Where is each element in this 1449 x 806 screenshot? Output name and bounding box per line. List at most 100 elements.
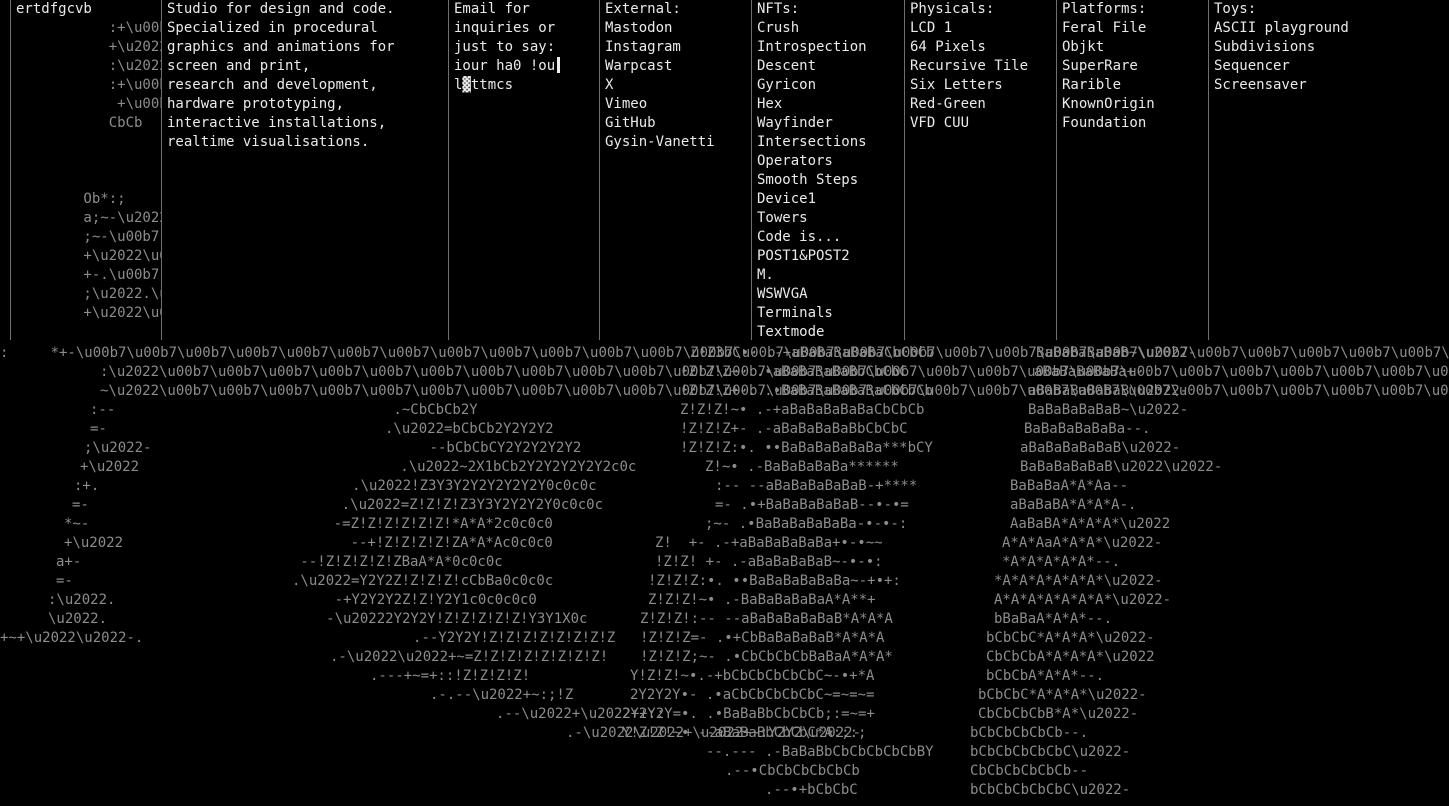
nfts-link-code-is[interactable]: Code is... xyxy=(752,228,904,247)
ascii-middle-line: Z!~• .-BaBaBaBaBa****** xyxy=(705,459,899,475)
toys-title: Toys: xyxy=(1214,1,1257,17)
ascii-right-fragment: CbCbCbCbCbCb-- xyxy=(970,763,1089,779)
nfts-link-device1[interactable]: Device1 xyxy=(752,190,904,209)
ascii-right-fragment: bCbCbCbCbCb--. xyxy=(970,725,1089,741)
nfts-link-terminals[interactable]: Terminals xyxy=(752,304,904,323)
nfts-link-operators[interactable]: Operators xyxy=(752,152,904,171)
nfts-link-smooth-steps[interactable]: Smooth Steps xyxy=(752,171,904,190)
ascii-middle-line: Z!Z!Z!~• .-BaBaBaBaBaA*A**+ xyxy=(648,592,876,608)
message-input[interactable]: iour ha0 !ou xyxy=(449,57,599,76)
ascii-right-fragment: BaBaBaBaBaBa--. xyxy=(1024,421,1151,437)
about-panel: Studio for design and code. Specialized i… xyxy=(162,0,449,340)
ascii-right-fragment: CbCbCbCbB*A*\u2022- xyxy=(978,706,1139,722)
message-input-line2-value: l▓ttmcs xyxy=(454,77,514,93)
ascii-right-fragment: bCbCbCbCbCbC\u2022- xyxy=(970,744,1131,760)
platforms-link-knownorigin[interactable]: KnownOrigin xyxy=(1057,95,1208,114)
physicals-link-red-green[interactable]: Red-Green xyxy=(905,95,1056,114)
physicals-title: Physicals: xyxy=(910,1,995,17)
ascii-left-fragment: ;\u2022- --bCbCbCY2Y2Y2Y2Y2 xyxy=(84,440,582,456)
nfts-link-crush[interactable]: Crush xyxy=(752,19,904,38)
ascii-middle-line: !Z!Z!Z~- .•aBaBaBaBaBbCbCbC xyxy=(680,364,908,380)
ascii-left-fragment: +~+\u2022\u2022-. .--Y2Y2Y!Z!Z!Z!Z!Z!Z!Z… xyxy=(0,630,616,646)
nfts-link-towers[interactable]: Towers xyxy=(752,209,904,228)
external-panel: External: Mastodon Instagram Warpcast X Vime… xyxy=(600,0,752,340)
message-input-line-2[interactable]: l▓ttmcs xyxy=(449,76,599,95)
physicals-link-six-letters[interactable]: Six Letters xyxy=(905,76,1056,95)
ascii-fill: :+\u00b7\u00b7\u00b7 +\u2022\u00b7\u00b7… xyxy=(83,20,162,321)
ascii-middle-line: !Z!Z!Z+- .-aBaBaBaBaBbCbCbC xyxy=(680,421,908,437)
brand-title[interactable]: ertdfgcvb xyxy=(11,0,161,19)
platforms-link-foundation[interactable]: Foundation xyxy=(1057,114,1208,133)
external-link-vimeo[interactable]: Vimeo xyxy=(600,95,751,114)
ascii-middle-line: .--•CbCbCbCbCbCb xyxy=(725,763,860,779)
ascii-left-fragment: =- .\u2022=Y2Y2Z!Z!Z!Z!cCbBa0c0c0c xyxy=(56,573,554,589)
nfts-link-wswvga[interactable]: WSWVGA xyxy=(752,285,904,304)
external-link-warpcast[interactable]: Warpcast xyxy=(600,57,751,76)
toys-link-subdivisions[interactable]: Subdivisions xyxy=(1209,38,1409,57)
left-edge-column xyxy=(0,0,11,340)
ascii-right-fragment: aBaBaBA*A*A*A-. xyxy=(1010,497,1137,513)
ascii-left-fragment: =- .\u2022=Z!Z!Z!Z3Y3Y2Y2Y2Y0c0c0c xyxy=(72,497,604,513)
ascii-right-fragment: CbCbCbA*A*A*A*\u2022 xyxy=(986,649,1155,665)
nfts-link-m[interactable]: M. xyxy=(752,266,904,285)
ascii-left-fragment: .---+~=+::!Z!Z!Z!Z! xyxy=(370,668,531,684)
ascii-middle-line: Z!Z3bC•- .-+aBaBaBaBaBaCbCbCb xyxy=(690,345,935,361)
ascii-middle-line: 2Y2Y2Y•- .•aCbCbCbCbCbC~=~=~= xyxy=(630,687,875,703)
ascii-right-fragment: aBaBaBaBaBaB\u2022- xyxy=(1020,440,1181,456)
nfts-link-hex[interactable]: Hex xyxy=(752,95,904,114)
external-link-gysin-vanetti[interactable]: Gysin-Vanetti xyxy=(600,133,751,152)
contact-line: inquiries or xyxy=(454,20,556,36)
platforms-link-feral-file[interactable]: Feral File xyxy=(1057,19,1208,38)
ascii-right-fragment: BaBaBaBaBaB\u2022\u2022- xyxy=(1020,459,1223,475)
external-link-mastodon[interactable]: Mastodon xyxy=(600,19,751,38)
toys-link-screensaver[interactable]: Screensaver xyxy=(1209,76,1409,95)
toys-link-ascii-playground[interactable]: ASCII playground xyxy=(1209,19,1409,38)
platforms-link-superrare[interactable]: SuperRare xyxy=(1057,57,1208,76)
physicals-link-lcd-1[interactable]: LCD 1 xyxy=(905,19,1056,38)
external-title: External: xyxy=(605,1,681,17)
ascii-middle-line: 2Y2Y2Y=•. .•BaBaBbCbCbCb;:=~=+ xyxy=(622,706,875,722)
ascii-middle-line: .--•+bCbCbC xyxy=(765,782,858,798)
ascii-right-fragment: *A*A*A*A*A*--. xyxy=(1002,554,1121,570)
platforms-title: Platforms: xyxy=(1062,1,1147,17)
nfts-link-gyricon[interactable]: Gyricon xyxy=(752,76,904,95)
nfts-link-intersections[interactable]: Intersections xyxy=(752,133,904,152)
about-line: Specialized in procedural xyxy=(167,20,378,36)
nfts-link-descent[interactable]: Descent xyxy=(752,57,904,76)
nfts-panel: NFTs: Crush Introspection Descent Gyricon He… xyxy=(752,0,905,340)
nfts-link-textmode[interactable]: Textmode xyxy=(752,323,904,340)
ascii-middle-line: !Z!Z! +- .-aBaBaBaBaB~-•-•: xyxy=(655,554,883,570)
external-link-instagram[interactable]: Instagram xyxy=(600,38,751,57)
ascii-middle-line: :-- --aBaBaBaBaBaB-+**** xyxy=(715,478,918,494)
ascii-right-fragment: AaBaBA*A*A*A*\u2022 xyxy=(1010,516,1171,532)
about-line: graphics and animations for xyxy=(167,39,395,55)
physicals-link-recursive-tile[interactable]: Recursive Tile xyxy=(905,57,1056,76)
platforms-link-rarible[interactable]: Rarible xyxy=(1057,76,1208,95)
nfts-link-post1-post2[interactable]: POST1&POST2 xyxy=(752,247,904,266)
ascii-middle-line: --.--- .-BaBaBbCbCbCbCbCbBY xyxy=(706,744,934,760)
physicals-panel: Physicals: LCD 1 64 Pixels Recursive Tile S… xyxy=(905,0,1057,340)
external-link-github[interactable]: GitHub xyxy=(600,114,751,133)
ascii-middle-line: !Z!Z!Z:•. ••BaBaBaBaBaBa***bCY xyxy=(680,440,933,456)
nfts-link-introspection[interactable]: Introspection xyxy=(752,38,904,57)
physicals-link-64-pixels[interactable]: 64 Pixels xyxy=(905,38,1056,57)
contact-line: just to say: xyxy=(454,39,556,55)
ascii-left-fragment: =- .\u2022=bCbCb2Y2Y2Y2 xyxy=(90,421,554,437)
physicals-link-vfd-cuu[interactable]: VFD CUU xyxy=(905,114,1056,133)
ascii-right-fragment: BaBaBaA*A*Aa-- xyxy=(1010,478,1129,494)
ascii-right-fragment: bCbCbA*A*A*--. xyxy=(986,668,1105,684)
contact-line: Email for xyxy=(454,1,530,17)
about-line: interactive installations, xyxy=(167,115,387,131)
ascii-middle-line: Z! +- .-+aBaBaBaBaBa+•-•~~ xyxy=(655,535,883,551)
nfts-link-wayfinder[interactable]: Wayfinder xyxy=(752,114,904,133)
ascii-right-fragment: aBaBaBaBaBa+-. xyxy=(1034,364,1153,380)
platforms-link-objkt[interactable]: Objkt xyxy=(1057,38,1208,57)
ascii-middle-line: !Z!Z!Z+-. .•BaBaBaBaBaBaCbCbCb xyxy=(680,383,933,399)
external-link-x[interactable]: X xyxy=(600,76,751,95)
platforms-panel: Platforms: Feral File Objkt SuperRare Rarib… xyxy=(1057,0,1209,340)
ascii-left-fragment: +\u2022 --+!Z!Z!Z!Z!ZA*A*Ac0c0c0 xyxy=(64,535,553,551)
ascii-left-fragment: :-- .~CbCbCb2Y xyxy=(90,402,478,418)
toys-link-sequencer[interactable]: Sequencer xyxy=(1209,57,1409,76)
toys-panel: Toys: ASCII playground Subdivisions Sequen… xyxy=(1209,0,1409,340)
brand-panel: ertdfgcvb :+\u00b7\u00b7\u00b7 +\u2022\u… xyxy=(11,0,162,340)
